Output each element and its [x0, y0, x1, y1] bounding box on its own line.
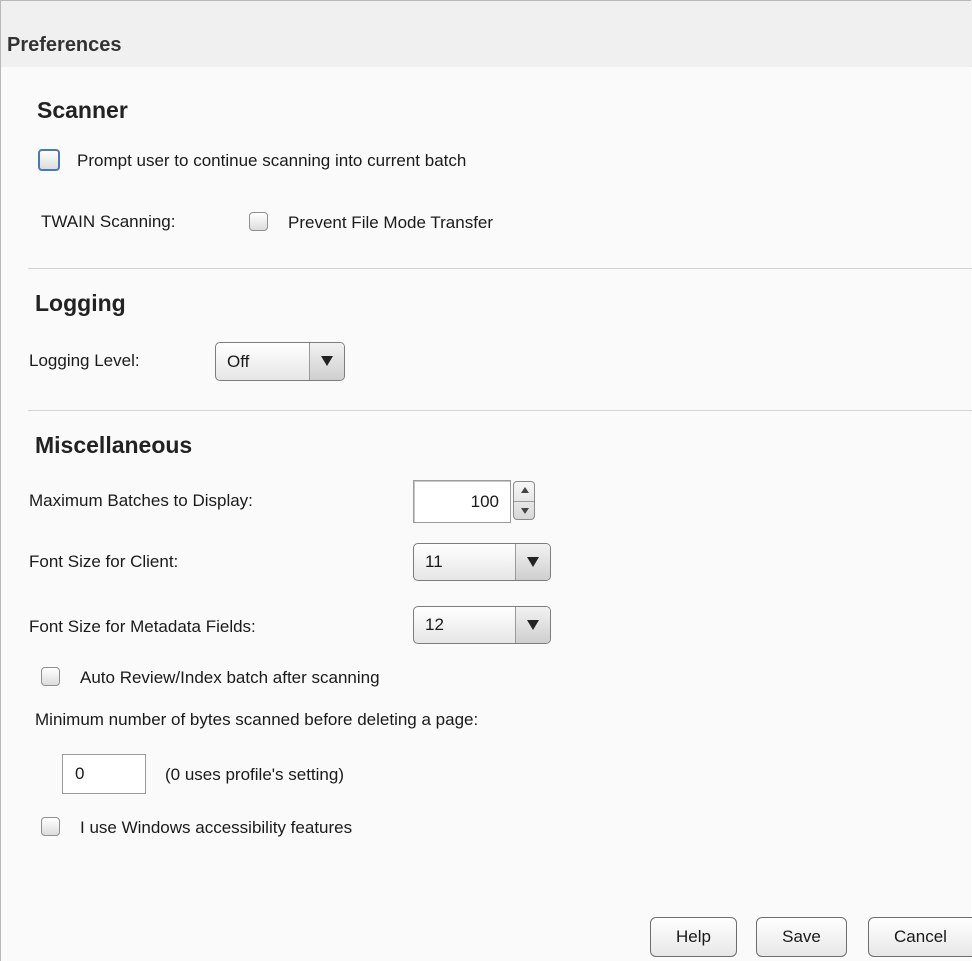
- section-divider: [28, 410, 972, 411]
- chevron-down-icon: [321, 356, 333, 366]
- save-button[interactable]: Save: [756, 917, 847, 957]
- prompt-continue-label[interactable]: Prompt user to continue scanning into cu…: [77, 151, 466, 171]
- chevron-down-icon: [527, 620, 539, 630]
- spinner-divider: [514, 500, 534, 502]
- font-client-value: 11: [425, 552, 443, 571]
- help-button[interactable]: Help: [650, 917, 737, 957]
- logging-heading: Logging: [35, 290, 126, 316]
- spin-down-icon[interactable]: [521, 508, 529, 514]
- prevent-file-mode-label[interactable]: Prevent File Mode Transfer: [288, 213, 493, 233]
- auto-review-checkbox[interactable]: [41, 667, 60, 686]
- min-bytes-label: Minimum number of bytes scanned before d…: [35, 710, 479, 729]
- font-metadata-select[interactable]: 12: [413, 606, 551, 644]
- scanner-heading: Scanner: [37, 97, 128, 123]
- min-bytes-hint: (0 uses profile's setting): [165, 765, 344, 784]
- logging-level-select[interactable]: Off: [215, 342, 345, 381]
- title-bar: Preferences: [1, 1, 972, 67]
- logging-level-dropdown-button[interactable]: [309, 343, 344, 380]
- font-metadata-value: 12: [425, 615, 444, 634]
- min-bytes-input[interactable]: 0: [62, 754, 146, 794]
- prompt-continue-checkbox[interactable]: [38, 149, 60, 171]
- font-client-dropdown-button[interactable]: [515, 544, 550, 580]
- chevron-down-icon: [527, 557, 539, 567]
- logging-level-value: Off: [227, 352, 250, 371]
- font-client-label: Font Size for Client:: [29, 552, 179, 571]
- font-client-select[interactable]: 11: [413, 543, 551, 581]
- prevent-file-mode-checkbox[interactable]: [249, 212, 268, 231]
- twain-scanning-label: TWAIN Scanning:: [41, 212, 176, 231]
- spin-up-icon[interactable]: [521, 487, 529, 493]
- auto-review-label[interactable]: Auto Review/Index batch after scanning: [80, 668, 380, 688]
- accessibility-label[interactable]: I use Windows accessibility features: [80, 818, 352, 838]
- dialog-title: Preferences: [7, 34, 122, 56]
- accessibility-checkbox[interactable]: [41, 817, 60, 836]
- max-batches-spinner[interactable]: [513, 481, 535, 520]
- max-batches-label: Maximum Batches to Display:: [29, 491, 253, 510]
- font-metadata-label: Font Size for Metadata Fields:: [29, 617, 256, 636]
- cancel-button[interactable]: Cancel: [868, 917, 972, 957]
- font-metadata-dropdown-button[interactable]: [515, 607, 550, 643]
- max-batches-input[interactable]: 100: [413, 480, 511, 523]
- misc-heading: Miscellaneous: [35, 432, 193, 458]
- preferences-dialog: Preferences Scanner Prompt user to conti…: [0, 0, 972, 961]
- section-divider: [28, 268, 972, 269]
- logging-level-label: Logging Level:: [29, 351, 140, 370]
